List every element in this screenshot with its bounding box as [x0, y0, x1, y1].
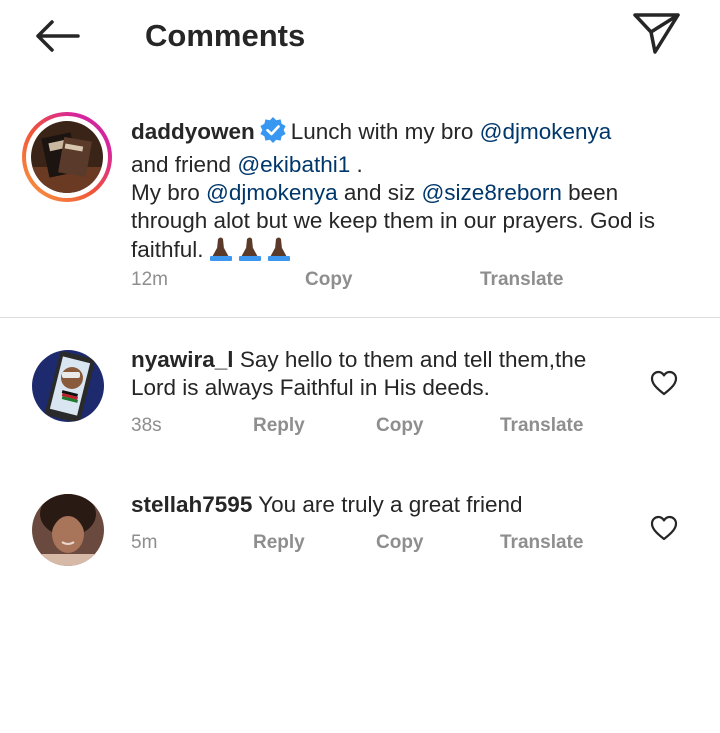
mention-link[interactable]: @djmokenya: [480, 119, 612, 144]
like-heart-icon[interactable]: [649, 368, 679, 398]
comment-translate-button[interactable]: Translate: [500, 414, 583, 438]
caption-divider: [0, 317, 720, 318]
comment-copy-button[interactable]: Copy: [376, 531, 424, 555]
author-avatar: [31, 121, 103, 193]
comment-translate-button[interactable]: Translate: [500, 531, 583, 555]
comment-body: stellah7595 You are truly a great friend: [131, 491, 631, 519]
comment-username[interactable]: stellah7595: [131, 492, 252, 517]
caption-text-segment: Lunch with my bro: [290, 119, 480, 144]
header-bar: Comments: [0, 0, 720, 72]
like-heart-icon[interactable]: [649, 513, 679, 543]
caption-text-segment: and siz: [337, 180, 422, 205]
direct-send-icon[interactable]: [628, 8, 684, 56]
comment-timestamp: 5m: [131, 532, 158, 553]
comment-timestamp: 38s: [131, 415, 162, 436]
author-avatar-story-ring[interactable]: [22, 112, 112, 202]
comment-body: nyawira_l Say hello to them and tell the…: [131, 346, 631, 402]
praying-hands-emoji-icon: [208, 235, 292, 268]
comment-reply-button[interactable]: Reply: [253, 531, 305, 555]
comment-reply-button[interactable]: Reply: [253, 414, 305, 438]
caption-meta-row: 12m Copy Translate: [131, 268, 651, 292]
mention-link[interactable]: @ekibathi1: [237, 152, 350, 177]
caption-text-segment: .: [350, 152, 363, 177]
verified-badge-icon: [259, 116, 287, 151]
back-arrow-icon[interactable]: [28, 14, 84, 58]
comment-meta-row: 5m Reply Copy Translate: [131, 531, 651, 555]
post-caption: daddyowen Lunch with my bro @djmokenya and…: [131, 116, 691, 268]
comment-text: You are truly a great friend: [258, 492, 523, 517]
caption-timestamp: 12m: [131, 269, 168, 290]
caption-translate-button[interactable]: Translate: [480, 268, 563, 292]
commenter-avatar[interactable]: [32, 350, 104, 422]
caption-text-segment: and friend: [131, 152, 238, 177]
mention-link[interactable]: @djmokenya: [206, 180, 338, 205]
commenter-avatar[interactable]: [32, 494, 104, 566]
comment-username[interactable]: nyawira_l: [131, 347, 234, 372]
caption-username[interactable]: daddyowen: [131, 119, 255, 144]
page-title: Comments: [145, 18, 306, 53]
comment-meta-row: 38s Reply Copy Translate: [131, 414, 651, 438]
mention-link[interactable]: @size8reborn: [421, 180, 561, 205]
caption-copy-button[interactable]: Copy: [305, 268, 353, 292]
caption-text-segment: My bro: [131, 180, 207, 205]
comment-copy-button[interactable]: Copy: [376, 414, 424, 438]
